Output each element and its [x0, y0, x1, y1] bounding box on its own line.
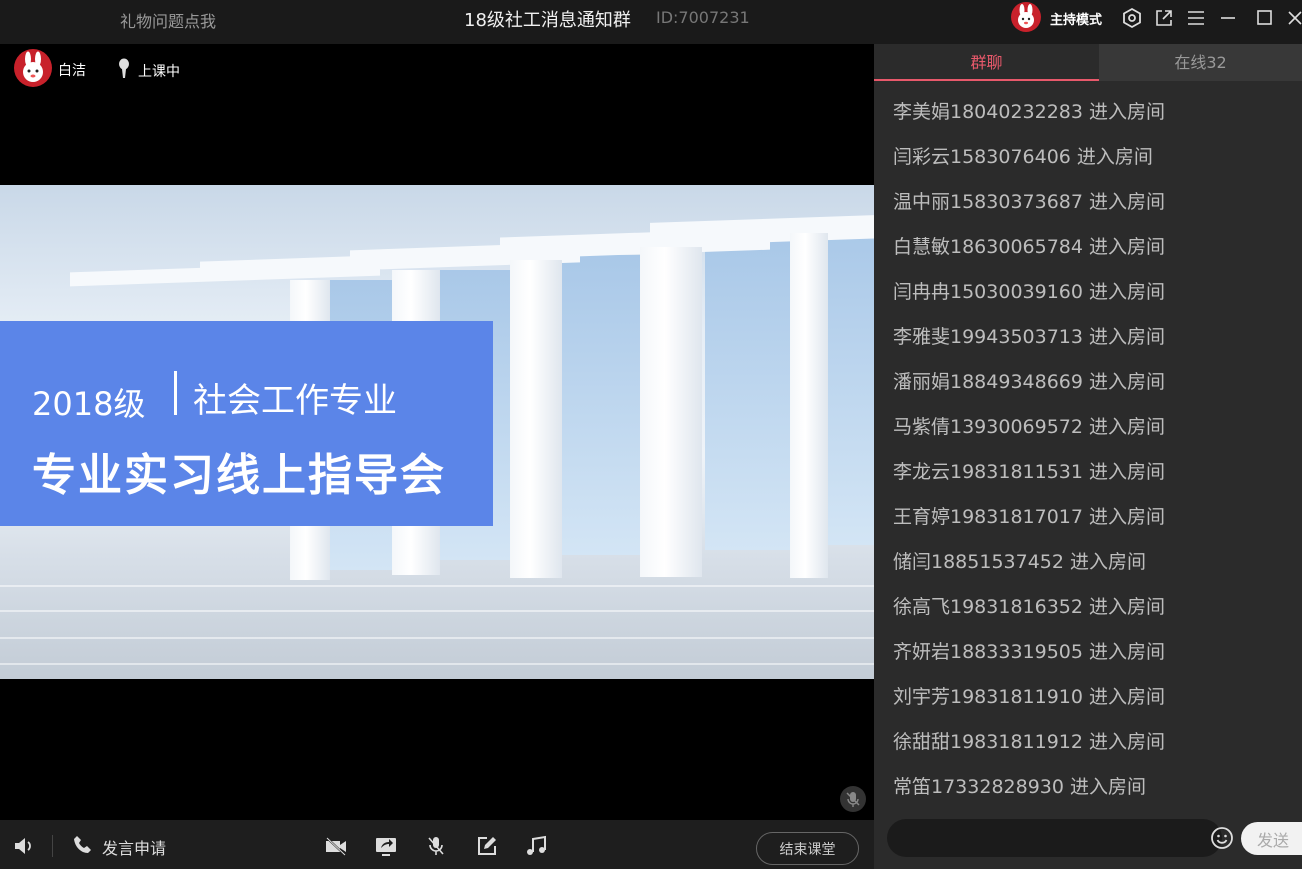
slide-divider — [174, 371, 177, 415]
chat-message: 李美娟18040232283 进入房间 — [893, 101, 1166, 123]
chat-message: 储闫18851537452 进入房间 — [893, 551, 1147, 573]
chat-message: 闫冉冉15030039160 进入房间 — [893, 281, 1166, 303]
emoji-icon[interactable] — [1210, 826, 1234, 850]
chat-sidebar: 群聊 在线32 李美娟18040232283 进入房间 闫彩云158307640… — [874, 44, 1302, 869]
mic-off-icon[interactable] — [424, 834, 448, 858]
chat-input[interactable] — [887, 819, 1222, 857]
chat-message: 李龙云19831811531 进入房间 — [893, 461, 1166, 483]
chat-message: 潘丽娟18849348669 进入房间 — [893, 371, 1166, 393]
slide-title-box: 2018级 社会工作专业 专业实习线上指导会 — [0, 321, 493, 526]
chat-message: 常笛17332828930 进入房间 — [893, 776, 1147, 798]
screen-share-icon[interactable] — [374, 834, 398, 858]
chat-message: 王育婷19831817017 进入房间 — [893, 506, 1166, 528]
chat-message: 马紫倩13930069572 进入房间 — [893, 416, 1166, 438]
edit-icon[interactable] — [475, 834, 499, 858]
phone-icon — [74, 836, 91, 853]
presentation-slide: 2018级 社会工作专业 专业实习线上指导会 — [0, 185, 874, 679]
chat-message: 徐高飞19831816352 进入房间 — [893, 596, 1166, 618]
chat-message: 刘宇芳19831811910 进入房间 — [893, 686, 1166, 708]
music-icon[interactable] — [524, 834, 548, 858]
teacher-name: 白洁 — [58, 63, 86, 79]
camera-off-icon[interactable] — [324, 834, 348, 858]
send-button[interactable]: 发送 — [1241, 822, 1302, 855]
settings-icon[interactable] — [1121, 7, 1143, 29]
chat-message: 徐甜甜19831811912 进入房间 — [893, 731, 1166, 753]
tab-online[interactable]: 在线32 — [1099, 44, 1302, 81]
end-class-button[interactable]: 结束课堂 — [756, 832, 859, 865]
mic-muted-icon[interactable] — [840, 786, 866, 812]
slide-subtitle: 专业实习线上指导会 — [32, 450, 446, 501]
microphone-icon — [116, 58, 132, 80]
maximize-icon[interactable] — [1254, 7, 1276, 29]
minimize-icon[interactable] — [1217, 7, 1239, 29]
toolbar-divider — [52, 835, 53, 857]
class-status: 上课中 — [138, 64, 180, 80]
chat-message: 李雅斐19943503713 进入房间 — [893, 326, 1166, 348]
title-bar: 礼物问题点我 18级社工消息通知群 ID:7007231 主持模式 — [0, 0, 1302, 44]
chat-message-list[interactable]: 李美娟18040232283 进入房间 闫彩云1583076406 进入房间 温… — [874, 81, 1302, 811]
speak-request-label: 发言申请 — [102, 839, 167, 858]
room-title: 18级社工消息通知群 — [464, 10, 631, 31]
volume-icon[interactable] — [12, 834, 36, 858]
external-link-icon[interactable] — [1153, 7, 1175, 29]
chat-message: 温中丽15830373687 进入房间 — [893, 191, 1166, 213]
tab-group-chat[interactable]: 群聊 — [874, 44, 1099, 81]
slide-major: 社会工作专业 — [193, 381, 397, 421]
bottom-toolbar: 发言申请 结束课堂 — [0, 820, 874, 869]
room-id: ID:7007231 — [656, 8, 750, 27]
slide-year: 2018级 — [32, 385, 146, 423]
chat-message: 闫彩云1583076406 进入房间 — [893, 146, 1153, 168]
teacher-avatar[interactable] — [14, 49, 52, 87]
host-avatar[interactable] — [1011, 2, 1041, 32]
host-mode-label[interactable]: 主持模式 — [1050, 9, 1102, 28]
gift-help-link[interactable]: 礼物问题点我 — [120, 8, 216, 32]
menu-icon[interactable] — [1185, 7, 1207, 29]
close-icon[interactable] — [1286, 7, 1302, 29]
chat-message: 齐妍岩18833319505 进入房间 — [893, 641, 1166, 663]
chat-message: 白慧敏18630065784 进入房间 — [893, 236, 1166, 258]
video-stage: 白洁 上课中 2018级 社会工作专业 专业实习线上指导会 — [0, 44, 874, 820]
